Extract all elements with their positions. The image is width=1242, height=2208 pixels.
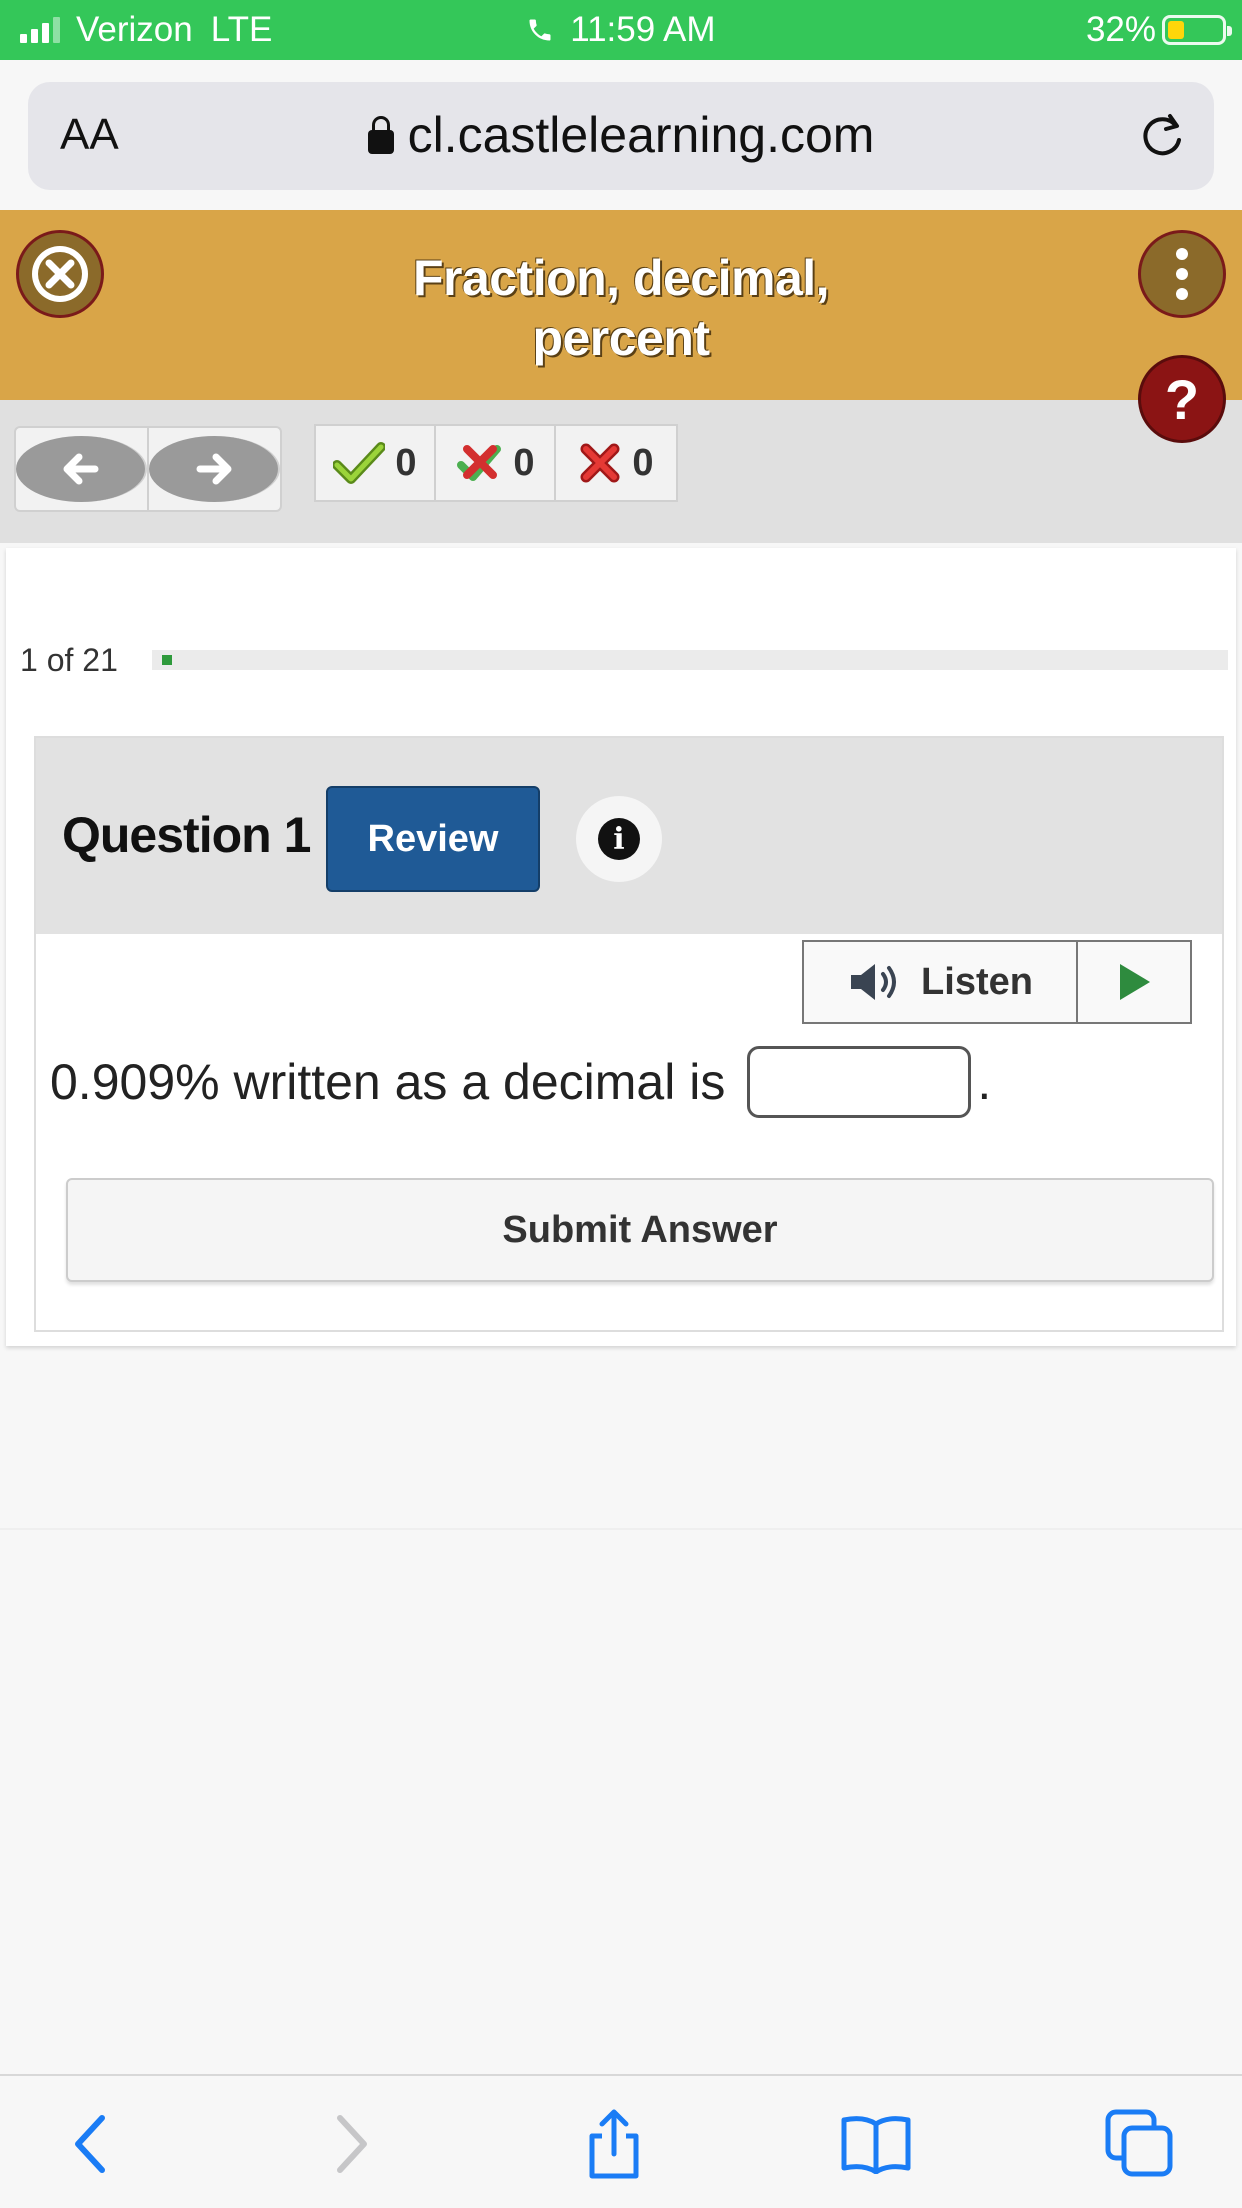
speaker-icon	[851, 964, 897, 1000]
question-header: Question 1 Review i	[36, 738, 1222, 934]
incorrect-count-value: 0	[632, 441, 654, 484]
menu-button[interactable]	[1138, 230, 1226, 318]
address-bar[interactable]: AA cl.castlelearning.com	[28, 82, 1214, 190]
text-to-speech-controls: Listen	[802, 940, 1192, 1024]
assignment-header: Fraction, decimal, percent ?	[0, 210, 1242, 443]
play-icon	[1120, 964, 1150, 1000]
info-button[interactable]: i	[576, 796, 662, 882]
answer-input[interactable]	[747, 1046, 972, 1118]
status-bar: Verizon LTE 11:59 AM 32%	[0, 0, 1242, 60]
battery-percent: 32%	[1085, 10, 1156, 49]
partial-count: 0	[436, 426, 556, 500]
url-display[interactable]: cl.castlelearning.com	[28, 106, 1214, 164]
help-button[interactable]: ?	[1138, 355, 1226, 443]
page-divider	[0, 1528, 1242, 1530]
question-card: 1 of 21 Question 1 Review i Listen 0.909…	[6, 548, 1236, 1346]
reload-icon	[1143, 114, 1181, 156]
status-time-area: 11:59 AM	[0, 10, 1242, 50]
assignment-title: Fraction, decimal, percent	[0, 248, 1242, 368]
status-time: 11:59 AM	[570, 10, 716, 49]
back-button[interactable]	[50, 2104, 130, 2184]
question-panel: Question 1 Review i Listen 0.909% writte…	[34, 736, 1224, 1332]
title-line-2: percent	[532, 310, 710, 366]
chevron-right-icon	[337, 2115, 367, 2173]
x-icon	[580, 443, 620, 483]
book-icon	[841, 2116, 911, 2174]
question-title: Question 1	[62, 807, 311, 863]
submit-answer-button[interactable]: Submit Answer	[66, 1178, 1214, 1282]
question-text-end: .	[977, 1054, 992, 1110]
navigation-toolbar: 0 0 0	[0, 400, 1242, 543]
previous-button[interactable]	[16, 428, 149, 510]
partial-count-value: 0	[513, 441, 535, 484]
arrow-left-icon	[16, 436, 147, 502]
correct-count-value: 0	[395, 441, 417, 484]
partial-icon	[457, 445, 502, 481]
score-summary: 0 0 0	[314, 424, 678, 502]
chevron-left-icon	[75, 2115, 105, 2173]
question-prompt: 0.909% written as a decimal is .	[50, 1046, 991, 1118]
progress-fill	[162, 655, 172, 665]
more-vertical-icon	[1176, 248, 1188, 300]
browser-toolbar: AA cl.castlelearning.com	[0, 60, 1242, 210]
incorrect-count: 0	[556, 426, 676, 500]
nav-button-group	[14, 426, 282, 512]
share-button[interactable]	[574, 2104, 654, 2184]
browser-bottom-bar	[0, 2074, 1242, 2208]
question-text: 0.909% written as a decimal is	[50, 1054, 726, 1110]
share-icon	[589, 2109, 639, 2179]
battery-icon	[1162, 15, 1232, 45]
bookmarks-button[interactable]	[836, 2104, 916, 2184]
reload-button[interactable]	[1136, 110, 1188, 167]
phone-icon	[529, 19, 551, 41]
review-button[interactable]: Review	[326, 786, 540, 892]
lock-icon	[367, 116, 394, 154]
tabs-icon	[1105, 2109, 1173, 2177]
arrow-right-icon	[149, 436, 280, 502]
listen-label: Listen	[921, 960, 1033, 1003]
listen-button[interactable]: Listen	[804, 942, 1078, 1022]
progress-bar	[152, 650, 1228, 670]
battery-info: 32%	[1085, 10, 1232, 50]
forward-button[interactable]	[312, 2104, 392, 2184]
checkmark-icon	[333, 442, 386, 484]
tabs-button[interactable]	[1100, 2104, 1180, 2184]
progress-label: 1 of 21	[20, 642, 118, 678]
url-text: cl.castlelearning.com	[407, 107, 875, 163]
question-icon: ?	[1164, 367, 1200, 431]
info-icon: i	[598, 818, 640, 860]
play-button[interactable]	[1078, 942, 1190, 1022]
title-line-1: Fraction, decimal,	[412, 250, 830, 306]
next-button[interactable]	[149, 428, 280, 510]
correct-count: 0	[316, 426, 436, 500]
